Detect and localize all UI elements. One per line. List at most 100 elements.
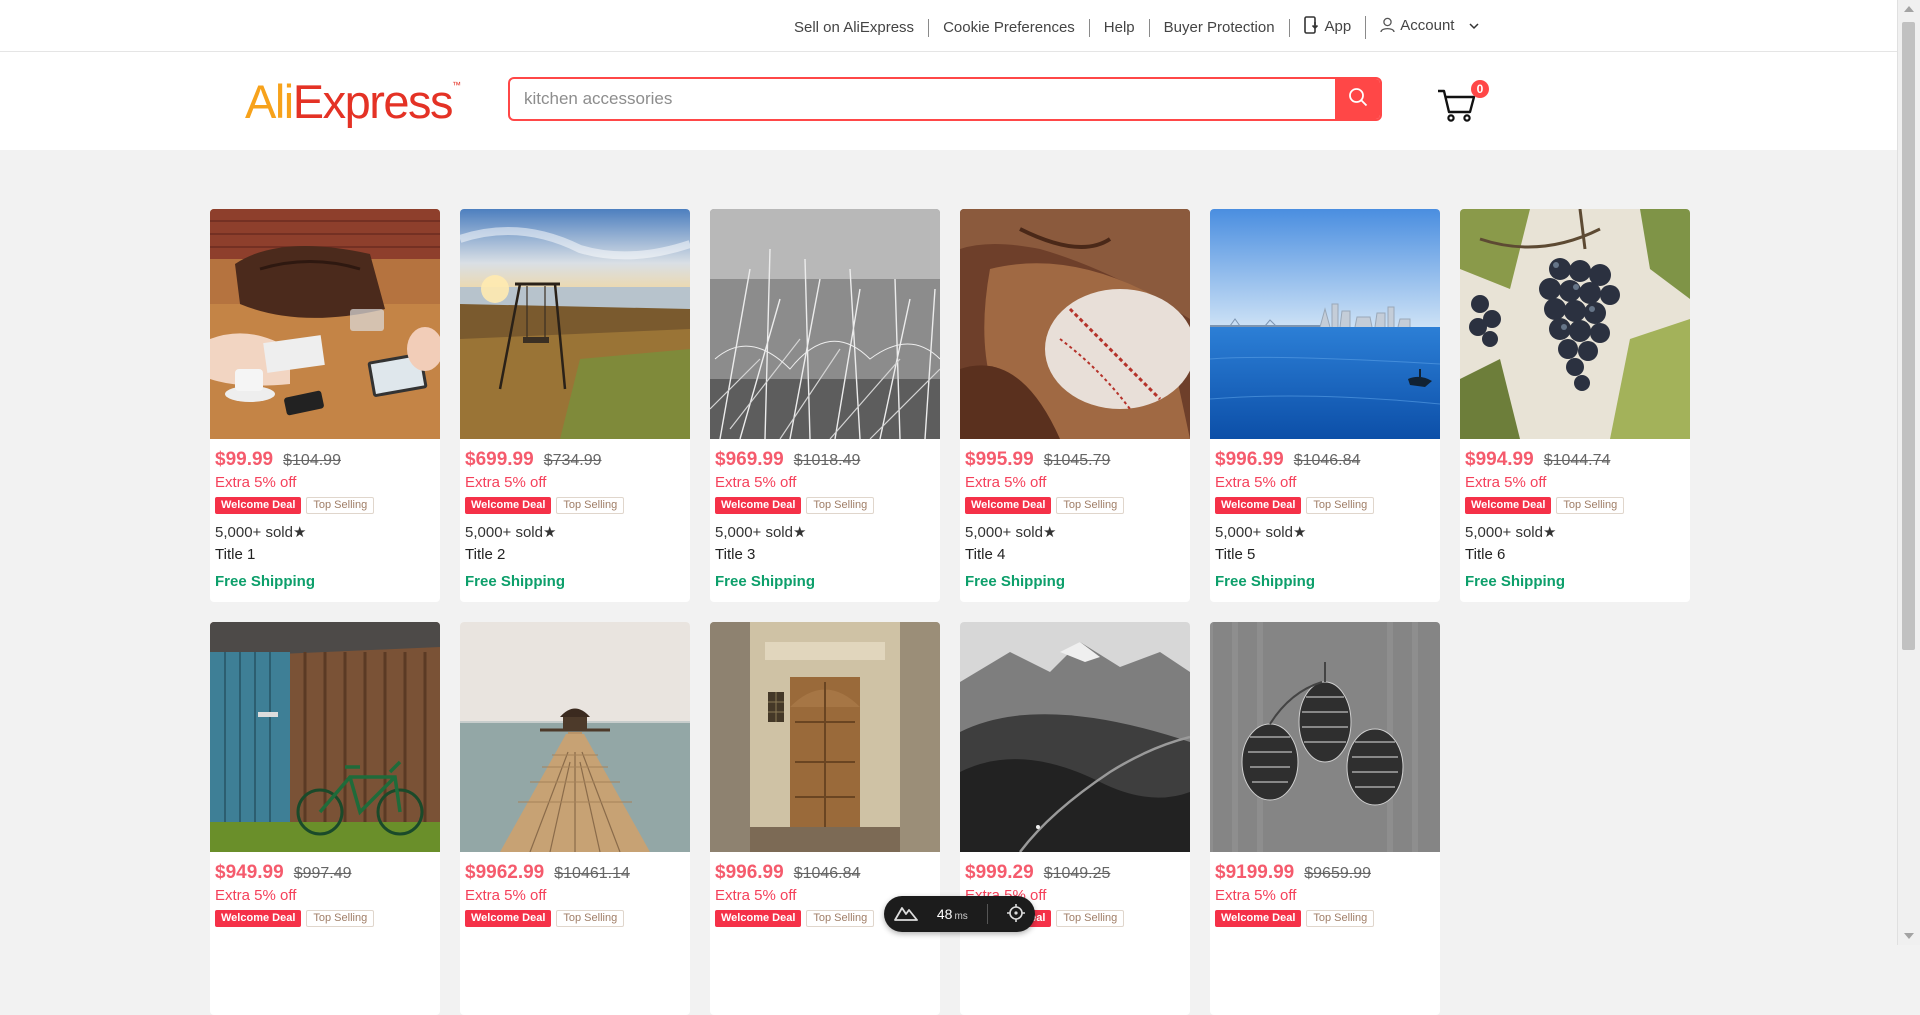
product-price: $699.99 [465, 449, 534, 470]
product-image [960, 622, 1190, 852]
top-selling-badge: Top Selling [1306, 497, 1375, 514]
top-selling-badge: Top Selling [806, 497, 875, 514]
help-link[interactable]: Help [1090, 18, 1150, 37]
welcome-deal-badge: Welcome Deal [465, 497, 552, 514]
app-download-icon [1303, 16, 1320, 39]
welcome-deal-badge: Welcome Deal [715, 910, 802, 927]
sold-count: 5,000+ sold★ [715, 524, 807, 541]
product-card[interactable]: $999.29$1049.25 Extra 5% off Welcome Dea… [960, 622, 1190, 1015]
scroll-up-arrow-icon[interactable] [1904, 6, 1914, 12]
extra-discount: Extra 5% off [1215, 474, 1297, 491]
product-card[interactable]: $996.99 $1046.84 Extra 5% off Welcome Dea… [1210, 209, 1440, 602]
cookie-preferences-link[interactable]: Cookie Preferences [929, 18, 1090, 37]
sell-on-aliexpress-link[interactable]: Sell on AliExpress [790, 18, 930, 37]
product-card[interactable]: $9199.99 $9659.99 Extra 5% off Welcome De… [1210, 622, 1440, 1015]
scroll-down-arrow-icon[interactable] [1904, 933, 1914, 939]
sold-count: 5,000+ sold★ [965, 524, 1057, 541]
top-links: Sell on AliExpress Cookie Preferences He… [790, 16, 1493, 39]
free-shipping-label: Free Shipping [465, 573, 566, 590]
original-price: $1046.84 [793, 865, 861, 882]
nuxt-logo-icon[interactable] [893, 905, 918, 924]
product-price: $969.99 [715, 449, 784, 470]
welcome-deal-badge: Welcome Deal [465, 910, 552, 927]
product-title[interactable]: Title 3 [715, 546, 935, 563]
product-title[interactable]: Title 2 [465, 546, 685, 563]
product-info: $99.99 $104.99 Extra 5% off Welcome Deal T… [210, 439, 440, 590]
product-title[interactable]: Title 4 [965, 546, 1185, 563]
product-price: $995.99 [965, 449, 1034, 470]
product-image [710, 622, 940, 852]
top-selling-badge: Top Selling [1306, 910, 1375, 927]
product-card[interactable]: $994.99 $1044.74 Extra 5% off Welcome Dea… [1460, 209, 1690, 602]
aliexpress-logo[interactable]: AliExpress™ [245, 74, 461, 129]
product-price: $994.99 [1465, 449, 1534, 470]
welcome-deal-badge: Welcome Deal [1215, 910, 1302, 927]
product-info: $996.99 $1046.84 Extra 5% off Welcome Dea… [1210, 439, 1440, 590]
welcome-deal-badge: Welcome Deal [215, 910, 302, 927]
extra-discount: Extra 5% off [465, 887, 547, 904]
original-price: $9659.99 [1304, 865, 1371, 882]
top-utility-bar: Sell on AliExpress Cookie Preferences He… [0, 0, 1898, 52]
chevron-down-icon[interactable] [1469, 17, 1479, 35]
product-info: $9199.99 $9659.99 Extra 5% off Welcome De… [1210, 852, 1440, 927]
account-link[interactable]: Account [1366, 17, 1492, 38]
product-info: $995.99 $1045.79 Extra 5% off Welcome Dea… [960, 439, 1190, 590]
top-selling-badge: Top Selling [806, 910, 875, 927]
extra-discount: Extra 5% off [1215, 887, 1297, 904]
product-card[interactable]: $99.99 $104.99 Extra 5% off Welcome Deal T… [210, 209, 440, 602]
product-title[interactable]: Title 6 [1465, 546, 1685, 563]
welcome-deal-badge: Welcome Deal [965, 497, 1052, 514]
product-card[interactable]: $699.99 $734.99 Extra 5% off Welcome Deal… [460, 209, 690, 602]
vertical-scrollbar[interactable] [1897, 0, 1920, 945]
crosshair-icon[interactable] [1007, 903, 1026, 925]
welcome-deal-badge: Welcome Deal [215, 497, 302, 514]
product-title[interactable]: Title 1 [215, 546, 435, 563]
cart-count-badge: 0 [1471, 80, 1489, 98]
user-icon [1380, 17, 1395, 38]
product-image [210, 209, 440, 439]
scroll-thumb[interactable] [1902, 22, 1915, 650]
product-card[interactable]: $995.99 $1045.79 Extra 5% off Welcome Dea… [960, 209, 1190, 602]
free-shipping-label: Free Shipping [1465, 573, 1566, 590]
product-grid: $99.99 $104.99 Extra 5% off Welcome Deal T… [210, 209, 1690, 1015]
top-selling-badge: Top Selling [1056, 497, 1125, 514]
extra-discount: Extra 5% off [1465, 474, 1547, 491]
original-price: $104.99 [283, 452, 341, 469]
search-input[interactable] [510, 79, 1336, 119]
top-selling-badge: Top Selling [1056, 910, 1125, 927]
app-link[interactable]: App [1290, 16, 1367, 39]
top-selling-badge: Top Selling [556, 497, 625, 514]
welcome-deal-badge: Welcome Deal [1215, 497, 1302, 514]
product-price: $996.99 [715, 862, 784, 883]
extra-discount: Extra 5% off [215, 474, 297, 491]
product-price: $9962.99 [465, 862, 545, 883]
original-price: $997.49 [293, 865, 352, 882]
product-image [210, 622, 440, 852]
product-price: $949.99 [215, 862, 284, 883]
free-shipping-label: Free Shipping [965, 573, 1066, 590]
product-price: $9199.99 [1215, 862, 1295, 883]
cart-button[interactable]: 0 [1436, 80, 1489, 122]
free-shipping-label: Free Shipping [715, 573, 816, 590]
buyer-protection-link[interactable]: Buyer Protection [1150, 18, 1290, 37]
top-selling-badge: Top Selling [306, 497, 375, 514]
product-info: $699.99 $734.99 Extra 5% off Welcome Deal… [460, 439, 690, 590]
product-card[interactable]: $996.99 $1046.84 Extra 5% off Welcome Dea… [710, 622, 940, 1015]
sold-count: 5,000+ sold★ [215, 524, 307, 541]
original-price: $734.99 [543, 452, 602, 469]
product-image [460, 622, 690, 852]
main-header: AliExpress™ 0 [0, 52, 1898, 150]
account-label: Account [1400, 17, 1455, 34]
product-card[interactable]: $9962.99 $10461.14 Extra 5% off Welcome D… [460, 622, 690, 1015]
product-card[interactable]: $969.99 $1018.49 Extra 5% off Welcome Dea… [710, 209, 940, 602]
product-title[interactable]: Title 5 [1215, 546, 1435, 563]
original-price: $10461.14 [554, 865, 630, 882]
search-button[interactable] [1335, 79, 1380, 119]
sold-count: 5,000+ sold★ [1465, 524, 1557, 541]
product-image [1210, 209, 1440, 439]
product-card[interactable]: $949.99 $997.49 Extra 5% off Welcome Deal… [210, 622, 440, 1015]
product-price: $999.29 [965, 862, 1034, 883]
original-price: $1018.49 [793, 452, 861, 469]
top-selling-badge: Top Selling [1556, 497, 1625, 514]
extra-discount: Extra 5% off [715, 474, 797, 491]
